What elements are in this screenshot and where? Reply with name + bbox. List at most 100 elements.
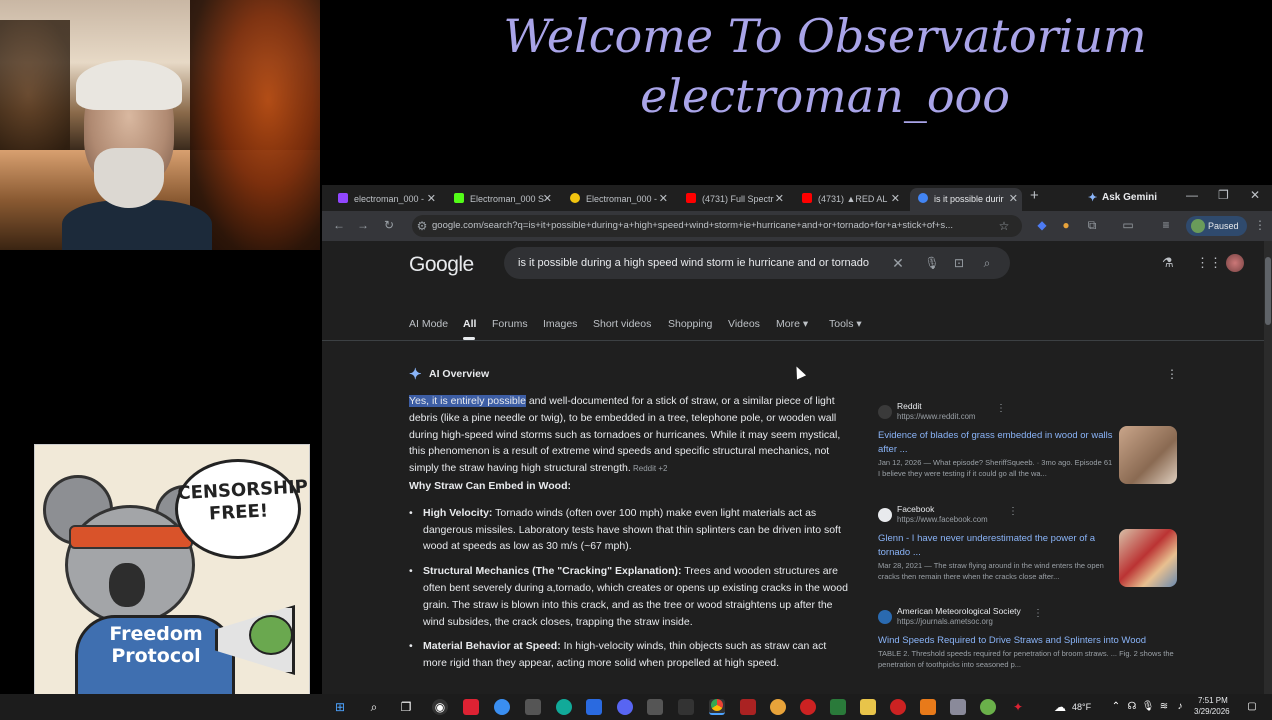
discord-icon[interactable] <box>617 699 633 715</box>
source-card-ams[interactable]: American Meteorological Society https://… <box>878 606 1178 695</box>
restore-icon[interactable]: ❐ <box>1218 188 1229 202</box>
facebook-icon <box>878 508 892 522</box>
tab-videos[interactable]: Videos <box>728 318 760 330</box>
chrome-icon[interactable] <box>709 699 725 715</box>
tab-shopping[interactable]: Shopping <box>668 318 712 330</box>
source-title[interactable]: Wind Speeds Required to Drive Straws and… <box>878 634 1178 648</box>
citation-chip[interactable]: Reddit +2 <box>631 464 667 473</box>
tab-youtube-2[interactable]: (4731) ▲RED AL ✕ <box>794 188 904 211</box>
google-logo[interactable]: Google <box>409 253 474 277</box>
close-tab-icon[interactable]: ✕ <box>659 188 668 211</box>
profile-paused-button[interactable]: Paused <box>1186 216 1247 236</box>
tab-twitch[interactable]: electroman_000 - ✕ <box>330 188 440 211</box>
close-tab-icon[interactable]: ✕ <box>891 188 900 211</box>
app-icon[interactable] <box>586 699 602 715</box>
app-icon[interactable] <box>463 699 479 715</box>
app-icon[interactable] <box>678 699 694 715</box>
lens-search-icon[interactable]: ⊡ <box>951 255 967 271</box>
task-view-icon[interactable]: ❐ <box>398 699 414 715</box>
close-tab-icon[interactable]: ✕ <box>543 188 552 211</box>
source-card-reddit[interactable]: Reddit https://www.reddit.com ⋮ Evidence… <box>878 401 1178 491</box>
close-window-icon[interactable]: ✕ <box>1250 188 1260 202</box>
clock-date[interactable]: 3/29/2026 <box>1194 707 1230 716</box>
tab-images[interactable]: Images <box>543 318 577 330</box>
labs-flask-icon[interactable]: ⚗ <box>1162 255 1174 271</box>
close-tab-icon[interactable]: ✕ <box>775 188 784 211</box>
tab-google-search[interactable]: is it possible durir ✕ <box>910 188 1022 211</box>
close-tab-icon[interactable]: ✕ <box>427 188 436 211</box>
tab-more[interactable]: More ▾ <box>776 318 808 330</box>
app-icon[interactable] <box>830 699 846 715</box>
site-info-icon[interactable]: ⚙ <box>414 218 430 234</box>
source-card-facebook[interactable]: Facebook https://www.facebook.com ⋮ Glen… <box>878 504 1178 594</box>
app-icon[interactable] <box>525 699 541 715</box>
source-menu-icon[interactable]: ⋮ <box>1033 608 1043 619</box>
media-control-icon[interactable]: ≡ <box>1158 217 1174 233</box>
tab-tools[interactable]: Tools ▾ <box>829 318 862 330</box>
extension-icon[interactable]: ● <box>1058 217 1074 233</box>
source-thumbnail[interactable] <box>1119 426 1177 484</box>
app-icon[interactable]: ✦ <box>1010 699 1026 715</box>
wifi-icon[interactable]: ≋ <box>1156 699 1172 715</box>
source-thumbnail[interactable] <box>1119 529 1177 587</box>
tab-forums[interactable]: Forums <box>492 318 528 330</box>
start-icon[interactable]: ⊞ <box>332 699 348 715</box>
reload-icon[interactable]: ↻ <box>381 217 397 233</box>
new-tab-icon[interactable]: + <box>1030 187 1039 204</box>
browser-menu-icon[interactable]: ⋮ <box>1252 217 1268 233</box>
tab-all[interactable]: All <box>463 318 476 330</box>
search-icon[interactable]: ⌕ <box>366 699 382 715</box>
minimize-icon[interactable]: — <box>1186 188 1198 202</box>
weather-icon[interactable]: ☁ <box>1052 699 1068 715</box>
back-icon[interactable]: ← <box>331 217 347 233</box>
tab-ai-mode[interactable]: AI Mode <box>409 318 448 330</box>
app-icon[interactable] <box>740 699 756 715</box>
clock-time[interactable]: 7:51 PM <box>1198 696 1228 705</box>
reddit-icon <box>878 405 892 419</box>
address-bar[interactable]: ⚙ google.com/search?q=is+it+possible+dur… <box>412 215 1022 237</box>
file-explorer-icon[interactable] <box>860 699 876 715</box>
search-query[interactable]: is it possible during a high speed wind … <box>518 247 886 279</box>
page-scrollbar[interactable] <box>1264 241 1272 695</box>
source-name: Facebook <box>897 504 935 514</box>
scrollbar-thumb[interactable] <box>1265 257 1271 325</box>
tab-rumble[interactable]: Electroman_000 - ✕ <box>562 188 672 211</box>
source-title[interactable]: Evidence of blades of grass embedded in … <box>878 429 1114 457</box>
tab-youtube-1[interactable]: (4731) Full Spectr ✕ <box>678 188 788 211</box>
forward-icon[interactable]: → <box>355 217 371 233</box>
copilot-icon[interactable] <box>494 699 510 715</box>
microphone-icon[interactable]: 🎙 <box>1140 699 1156 715</box>
apps-grid-icon[interactable]: ⋮⋮ <box>1196 255 1222 271</box>
tray-overflow-icon[interactable]: ⌃ <box>1108 699 1124 715</box>
voice-search-icon[interactable]: 🎙 <box>924 255 940 271</box>
source-menu-icon[interactable]: ⋮ <box>1008 506 1018 517</box>
search-icon[interactable]: ⌕ <box>979 255 995 271</box>
notifications-icon[interactable]: ▢ <box>1244 699 1260 715</box>
source-title[interactable]: Glenn - I have never underestimated the … <box>878 532 1114 560</box>
network-icon[interactable]: ☊ <box>1124 699 1140 715</box>
ai-overview-menu-icon[interactable]: ⋮ <box>1166 367 1178 381</box>
search-box[interactable]: is it possible during a high speed wind … <box>504 247 1010 279</box>
app-icon[interactable] <box>770 699 786 715</box>
app-icon[interactable] <box>950 699 966 715</box>
edge-icon[interactable] <box>556 699 572 715</box>
split-view-icon[interactable]: ▭ <box>1120 217 1136 233</box>
bookmark-star-icon[interactable]: ☆ <box>996 218 1012 234</box>
tab-short-videos[interactable]: Short videos <box>593 318 651 330</box>
clear-search-icon[interactable]: ✕ <box>890 255 906 271</box>
app-icon[interactable] <box>890 699 906 715</box>
close-tab-icon[interactable]: ✕ <box>1009 188 1018 211</box>
opera-icon[interactable] <box>800 699 816 715</box>
tab-kick[interactable]: Electroman_000 S ✕ <box>446 188 556 211</box>
source-menu-icon[interactable]: ⋮ <box>996 403 1006 414</box>
vlc-icon[interactable] <box>920 699 936 715</box>
calendar-icon[interactable] <box>647 699 663 715</box>
weather-temperature[interactable]: 48°F <box>1072 702 1091 712</box>
obs-icon[interactable]: ◉ <box>432 699 448 715</box>
app-icon[interactable] <box>980 699 996 715</box>
translate-extension-icon[interactable]: ◆ <box>1034 217 1050 233</box>
extensions-puzzle-icon[interactable]: ⧉ <box>1084 217 1100 233</box>
account-avatar[interactable] <box>1226 254 1244 272</box>
ask-gemini-button[interactable]: Ask Gemini <box>1088 189 1157 207</box>
volume-icon[interactable]: ♪ <box>1172 699 1188 715</box>
